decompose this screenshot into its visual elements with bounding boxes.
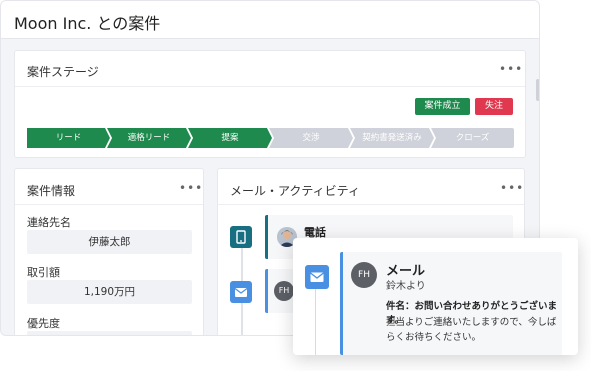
info-menu-icon[interactable]: ••• (179, 181, 203, 195)
deal-amount-value[interactable]: 1,190万円 (27, 280, 192, 304)
priority-value[interactable] (27, 331, 192, 335)
scroll-thumb[interactable] (536, 79, 539, 101)
mail-activity-title: メール・アクティビティ (230, 184, 360, 198)
deal-amount-label: 取引額 (27, 266, 60, 279)
page-header: Moon Inc. との案件 (1, 1, 539, 39)
priority-label: 優先度 (27, 317, 60, 330)
page-title: Moon Inc. との案件 (14, 14, 161, 33)
phone-icon (230, 226, 252, 248)
mail-sender: 鈴木より (386, 281, 426, 292)
timeline-line (315, 288, 316, 355)
user-avatar: FH (274, 281, 294, 301)
mail-menu-icon[interactable]: ••• (500, 181, 524, 195)
deal-lost-button[interactable]: 失注 (475, 98, 513, 115)
sender-avatar: FH (351, 262, 377, 288)
stage-contract-sent[interactable]: 契約書発送済み (350, 128, 434, 148)
deal-stage-card: 案件ステージ ••• 案件成立 失注 リード 適格リード 提案 交渉 契約書発送… (14, 50, 526, 158)
mail-detail-body[interactable]: FH メール 鈴木より 件名：お問い合わせありがとうございます。 担当よりご連絡… (340, 252, 562, 355)
deal-stage-title: 案件ステージ (27, 65, 99, 79)
mail-icon (305, 265, 329, 289)
contact-name-label: 連絡先名 (27, 216, 71, 229)
deal-won-button[interactable]: 案件成立 (415, 98, 470, 115)
mail-detail-popup[interactable]: FH メール 鈴木より 件名：お問い合わせありがとうございます。 担当よりご連絡… (293, 238, 578, 355)
deal-info-card: 案件情報 ••• 連絡先名 伊藤太郎 取引額 1,190万円 優先度 (14, 168, 204, 335)
mail-body-text: 担当よりご連絡いたしますので、今しばらくお待ちください。 (386, 317, 557, 343)
card-divider (218, 204, 524, 205)
stage-pipeline: リード 適格リード 提案 交渉 契約書発送済み クローズ (27, 128, 514, 148)
stage-qualified-lead[interactable]: 適格リード (107, 128, 191, 148)
stage-menu-icon[interactable]: ••• (499, 62, 523, 76)
deal-info-title: 案件情報 (27, 184, 76, 198)
stage-proposal[interactable]: 提案 (188, 128, 272, 148)
contact-name-value[interactable]: 伊藤太郎 (27, 230, 192, 254)
mail-icon (230, 281, 252, 303)
card-divider (15, 204, 203, 205)
stage-lead[interactable]: リード (27, 128, 110, 148)
stage-negotiation[interactable]: 交渉 (269, 128, 353, 148)
card-divider (15, 86, 525, 87)
stage-closed[interactable]: クローズ (431, 128, 514, 148)
